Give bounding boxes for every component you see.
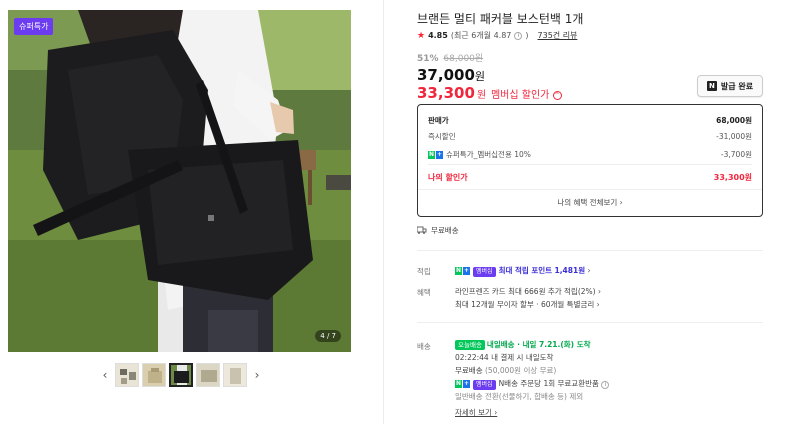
sale-price: 37,000원 [417,66,485,84]
original-price: 68,000원 [443,54,484,64]
sale-price-unit: 원 [474,70,486,83]
benefit-card-line[interactable]: 라인프렌즈 카드 최대 666원 추가 적립(2%) › [455,285,601,298]
section-divider [417,322,763,323]
naver-plus-badge-icon: N + [428,151,443,159]
star-icon: ★ [417,30,426,41]
view-all-benefits-link[interactable]: 나의 혜택 전체보기 › [418,189,762,215]
chevron-right-icon: › [587,266,591,275]
product-photo [8,10,351,352]
delivery-today-line: 오늘배송 내일배송 · 내일 7.21.(화) 도착 [455,338,609,351]
discount-rate: 51% [417,54,439,64]
sale-price-value: 37,000 [417,66,475,84]
section-divider [417,250,763,251]
delivery-detail-link[interactable]: 자세히 보기 › [455,406,609,419]
benefit-installment-line[interactable]: 최대 12개월 무이자 할부 · 60개월 특별금리 › [455,298,601,311]
delivery-cutoff: 02:22:44 내 결제 시 내일도착 [455,353,554,362]
rating-value: 4.85 [428,31,448,40]
thumbnail-strip: ‹ › [98,363,264,387]
rating-recent: (최근 6개월 4.87 [450,31,512,40]
delivery-content: 오늘배송 내일배송 · 내일 7.21.(화) 도착 02:22:44 내 결제 … [455,338,610,419]
review-count-link[interactable]: 735건 리뷰 [538,30,578,41]
price-row-super-deal: N + 슈퍼특가_멤버십전용 10% -3,700원 [428,150,752,159]
member-price-label: 멤버십 할인가 ^ [490,90,562,101]
naver-plus-badge-icon: N + [455,380,470,388]
naver-n-icon: N [706,81,717,91]
column-divider [383,0,384,424]
max-points-amount: 1,481원 [554,266,586,275]
free-shipping-row: 무료배송 [416,225,459,236]
points-label: 적립 [417,267,431,276]
thumb-prev-arrow-icon[interactable]: ‹ [98,368,112,382]
member-price-unit: 원 [476,90,487,101]
price-breakdown-box: 판매가 68,000원 즉시할인 -31,000원 N + 슈퍼특가_멤버십전용 10%… [417,104,763,217]
thumbnail-3[interactable] [169,363,193,387]
points-content[interactable]: N + 멤버십 최대 적립 포인트 1,481원 › [455,264,591,277]
delivery-label: 배송 [417,342,431,351]
member-price-row[interactable]: 33,300 원 멤버십 할인가 ^ [417,84,562,102]
truck-icon [416,226,427,236]
coupon-issued-button[interactable]: N 발급 완료 [697,75,763,97]
max-points-text: 최대 적립 포인트 [498,266,553,275]
naver-plus-badge-icon: N + [455,267,470,275]
coupon-button-label: 발급 완료 [720,81,754,91]
product-title: 브랜든 멀티 패커블 보스턴백 1개 [417,12,584,26]
price-row-instant-discount: 즉시할인 -31,000원 [428,132,752,141]
benefits-label: 혜택 [417,288,431,297]
thumbnail-4[interactable] [196,363,220,387]
my-discount-row: 나의 할인가 33,300원 [428,173,752,182]
rating-recent-close: ) [525,31,529,40]
today-delivery-badge: 오늘배송 [455,340,485,350]
thumbnail-2[interactable] [142,363,166,387]
info-icon[interactable]: i [601,381,610,389]
delivery-general-line: 일반배송 전환(선물하기, 합배송 등) 제외 [455,392,584,401]
discount-row: 51% 68,000원 [417,51,483,64]
thumbnail-5[interactable] [223,363,247,387]
thumbnail-1[interactable] [115,363,139,387]
price-box-divider [428,164,752,165]
delivery-free-line: 무료배송 (50,000원 이상 무료) [455,366,557,375]
image-counter: 4 / 7 [315,330,341,342]
benefits-content: 라인프렌즈 카드 최대 666원 추가 적립(2%) › 최대 12개월 무이자… [455,285,601,311]
price-row-sale: 판매가 68,000원 [428,116,752,125]
super-deal-badge: 슈퍼특가 [14,18,54,35]
chevron-up-icon: ^ [552,90,562,100]
product-main-image[interactable]: 슈퍼특가 4 / 7 [8,10,351,352]
info-icon[interactable]: i [514,31,523,40]
thumb-next-arrow-icon[interactable]: › [250,368,264,382]
membership-badge: 멤버십 [473,267,496,277]
delivery-return-line: N + 멤버십 N배송 주문당 1회 무료교환반품 i [455,377,610,390]
member-price-value: 33,300 [417,84,475,102]
rating-row: ★ 4.85 (최근 6개월 4.87 i) 735건 리뷰 [417,30,577,41]
